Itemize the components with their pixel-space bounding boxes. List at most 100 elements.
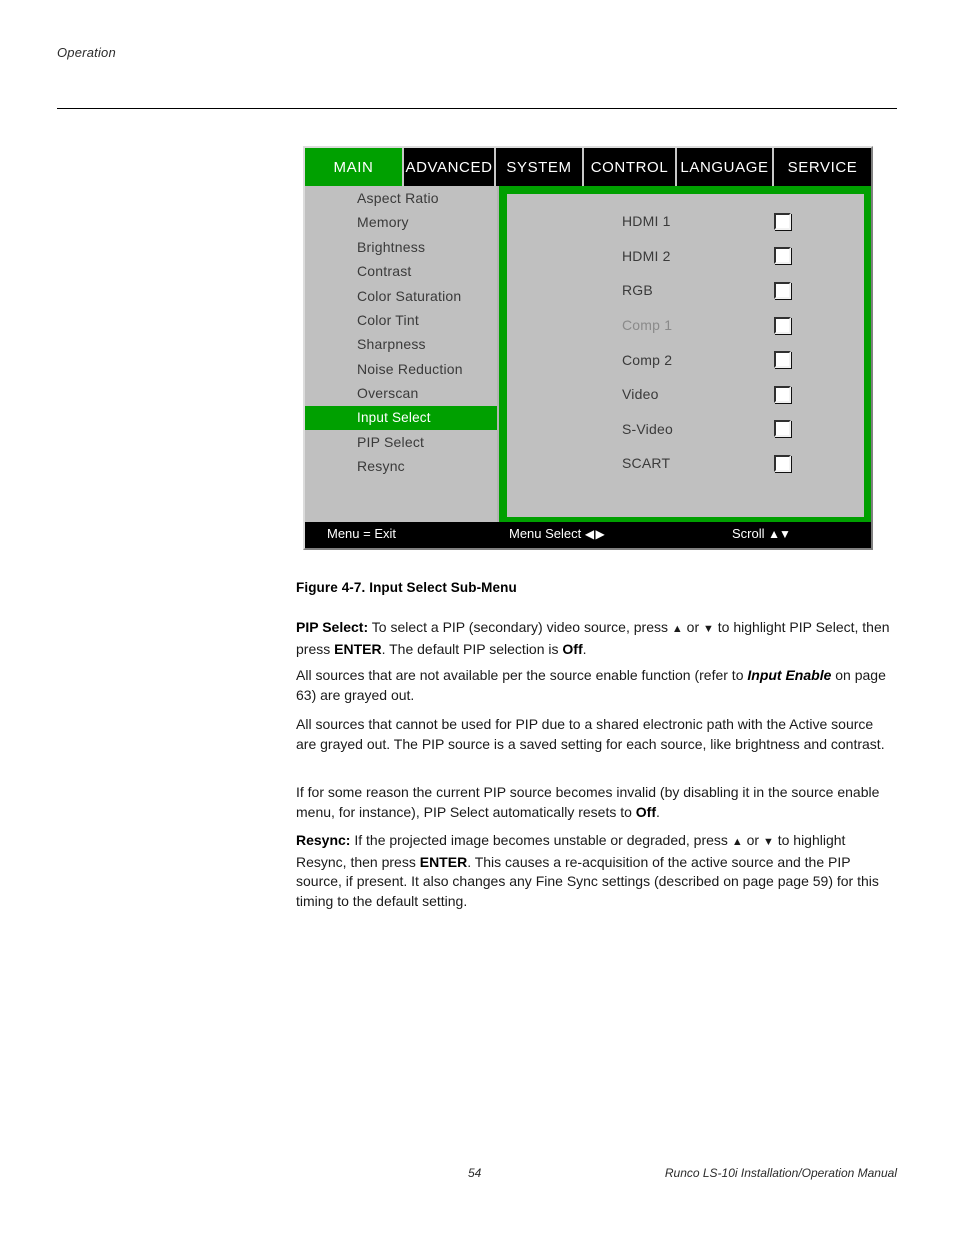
invalid-source-text-2: . — [656, 803, 660, 820]
menu-item-label: Aspect Ratio — [357, 190, 439, 206]
osd-status-bar: Menu = Exit Menu Select ◀ ▶ Scroll ▲▼ — [305, 522, 871, 548]
menu-item-label: Noise Reduction — [357, 360, 463, 377]
resync-lead: Resync: — [296, 832, 351, 848]
menu-item-memory[interactable]: Memory — [305, 210, 497, 234]
tab-advanced[interactable]: ADVANCED — [404, 148, 496, 186]
checkbox-comp-1[interactable] — [774, 316, 791, 334]
input-enable-ref: Input Enable — [747, 667, 832, 683]
source-row-hdmi-1[interactable]: HDMI 1 — [507, 204, 864, 239]
menu-item-label: Contrast — [357, 263, 412, 280]
menu-item-label: PIP Select — [357, 433, 425, 450]
status-scroll: Scroll ▲▼ — [732, 526, 791, 541]
paragraph-invalid-source: If for some reason the current PIP sourc… — [296, 783, 896, 822]
source-label: HDMI 1 — [622, 213, 671, 230]
menu-item-contrast[interactable]: Contrast — [305, 259, 497, 283]
up-down-arrows-icon: ▲▼ — [768, 527, 791, 541]
tab-system[interactable]: SYSTEM — [496, 148, 584, 186]
menu-item-noise-reduction[interactable]: Noise Reduction — [305, 357, 497, 381]
checkbox-video[interactable] — [774, 385, 791, 403]
up-arrow-icon: ▲ — [671, 623, 683, 635]
menu-item-color-tint[interactable]: Color Tint — [305, 308, 497, 332]
source-row-scart[interactable]: SCART — [507, 446, 864, 481]
tab-main[interactable]: MAIN — [305, 148, 404, 186]
osd-menu-list: Aspect Ratio Memory Brightness Contrast … — [305, 186, 497, 526]
paragraph-shared-path: All sources that cannot be used for PIP … — [296, 715, 896, 754]
source-label: RGB — [622, 282, 653, 299]
menu-item-label: Memory — [357, 214, 409, 231]
paragraph-resync: Resync: If the projected image becomes u… — [296, 831, 896, 911]
page-number: 54 — [468, 1166, 482, 1180]
off-value-label-2: Off — [635, 803, 657, 820]
source-label: Comp 1 — [622, 317, 673, 334]
source-enable-text-1: All sources that are not available per t… — [296, 667, 748, 683]
source-row-comp-2[interactable]: Comp 2 — [507, 342, 864, 377]
up-arrow-icon: ▲ — [731, 836, 743, 848]
tab-control[interactable]: CONTROL — [584, 148, 677, 186]
checkbox-hdmi-2[interactable] — [774, 247, 791, 265]
osd-source-panel: HDMI 1 HDMI 2 RGB Comp 1 Comp 2 Video S-… — [499, 186, 871, 526]
header-divider — [57, 108, 897, 109]
tab-control-label: CONTROL — [590, 158, 669, 176]
paragraph-source-enable: All sources that are not available per t… — [296, 666, 896, 705]
source-row-video[interactable]: Video — [507, 377, 864, 412]
running-header: Operation — [57, 45, 116, 60]
menu-item-color-saturation[interactable]: Color Saturation — [305, 284, 497, 308]
menu-item-aspect-ratio[interactable]: Aspect Ratio — [305, 186, 497, 210]
enter-key-label-2: ENTER — [419, 853, 468, 870]
menu-item-label: Overscan — [357, 385, 419, 402]
checkbox-rgb[interactable] — [774, 281, 791, 299]
menu-item-sharpness[interactable]: Sharpness — [305, 332, 497, 356]
checkbox-hdmi-1[interactable] — [774, 212, 791, 230]
off-value-label: Off — [562, 640, 583, 657]
source-row-hdmi-2[interactable]: HDMI 2 — [507, 239, 864, 274]
source-label: SCART — [622, 455, 671, 472]
status-menu-exit: Menu = Exit — [327, 526, 397, 541]
menu-item-pip-select[interactable]: PIP Select — [305, 430, 497, 454]
source-label: Video — [622, 386, 659, 403]
left-right-arrows-icon: ◀ ▶ — [584, 527, 605, 541]
down-arrow-icon: ▼ — [762, 836, 774, 848]
source-label: Comp 2 — [622, 351, 673, 368]
osd-menu-screenshot: MAIN ADVANCED SYSTEM CONTROL LANGUAGE SE… — [303, 146, 873, 550]
source-row-s-video[interactable]: S-Video — [507, 412, 864, 447]
invalid-source-text-1: If for some reason the current PIP sourc… — [296, 784, 880, 820]
menu-item-label: Color Saturation — [357, 287, 462, 304]
checkbox-scart[interactable] — [774, 454, 791, 472]
menu-item-resync[interactable]: Resync — [305, 454, 497, 478]
status-menu-select: Menu Select ◀ ▶ — [509, 526, 605, 541]
figure-caption: Figure 4-7. Input Select Sub-Menu — [296, 580, 517, 595]
enter-key-label: ENTER — [334, 640, 382, 657]
osd-source-list: HDMI 1 HDMI 2 RGB Comp 1 Comp 2 Video S-… — [507, 194, 864, 517]
source-row-comp-1[interactable]: Comp 1 — [507, 308, 864, 343]
source-label: S-Video — [622, 420, 673, 437]
pip-select-text-5: . — [582, 640, 587, 657]
source-label: HDMI 2 — [622, 247, 671, 264]
pip-select-text-4: . The default PIP selection is — [381, 640, 563, 657]
menu-item-label: Resync — [357, 458, 405, 475]
resync-text-1: If the projected image becomes unstable … — [350, 832, 732, 848]
menu-item-label: Brightness — [357, 238, 426, 255]
tab-main-label: MAIN — [333, 158, 374, 176]
menu-item-label: Color Tint — [357, 311, 419, 328]
menu-item-brightness[interactable]: Brightness — [305, 235, 497, 259]
status-scroll-label: Scroll — [732, 526, 765, 541]
source-row-rgb[interactable]: RGB — [507, 273, 864, 308]
tab-system-label: SYSTEM — [506, 158, 572, 176]
tab-language[interactable]: LANGUAGE — [677, 148, 774, 186]
manual-title: Runco LS-10i Installation/Operation Manu… — [664, 1166, 897, 1180]
tab-language-label: LANGUAGE — [680, 158, 769, 176]
checkbox-s-video[interactable] — [774, 420, 791, 438]
paragraph-pip-select: PIP Select: To select a PIP (secondary) … — [296, 618, 896, 659]
down-arrow-icon: ▼ — [703, 623, 714, 635]
tab-advanced-label: ADVANCED — [405, 158, 493, 176]
menu-item-label: Sharpness — [357, 336, 426, 353]
status-menu-select-label: Menu Select — [509, 526, 582, 541]
tab-service-label: SERVICE — [787, 158, 858, 176]
menu-item-label: Input Select — [357, 409, 431, 425]
tab-service[interactable]: SERVICE — [774, 148, 871, 186]
menu-item-input-select[interactable]: Input Select — [305, 405, 497, 430]
checkbox-comp-2[interactable] — [774, 351, 791, 369]
menu-item-overscan[interactable]: Overscan — [305, 381, 497, 405]
pip-select-lead: PIP Select: — [296, 619, 369, 635]
resync-text-2: or — [742, 832, 763, 848]
